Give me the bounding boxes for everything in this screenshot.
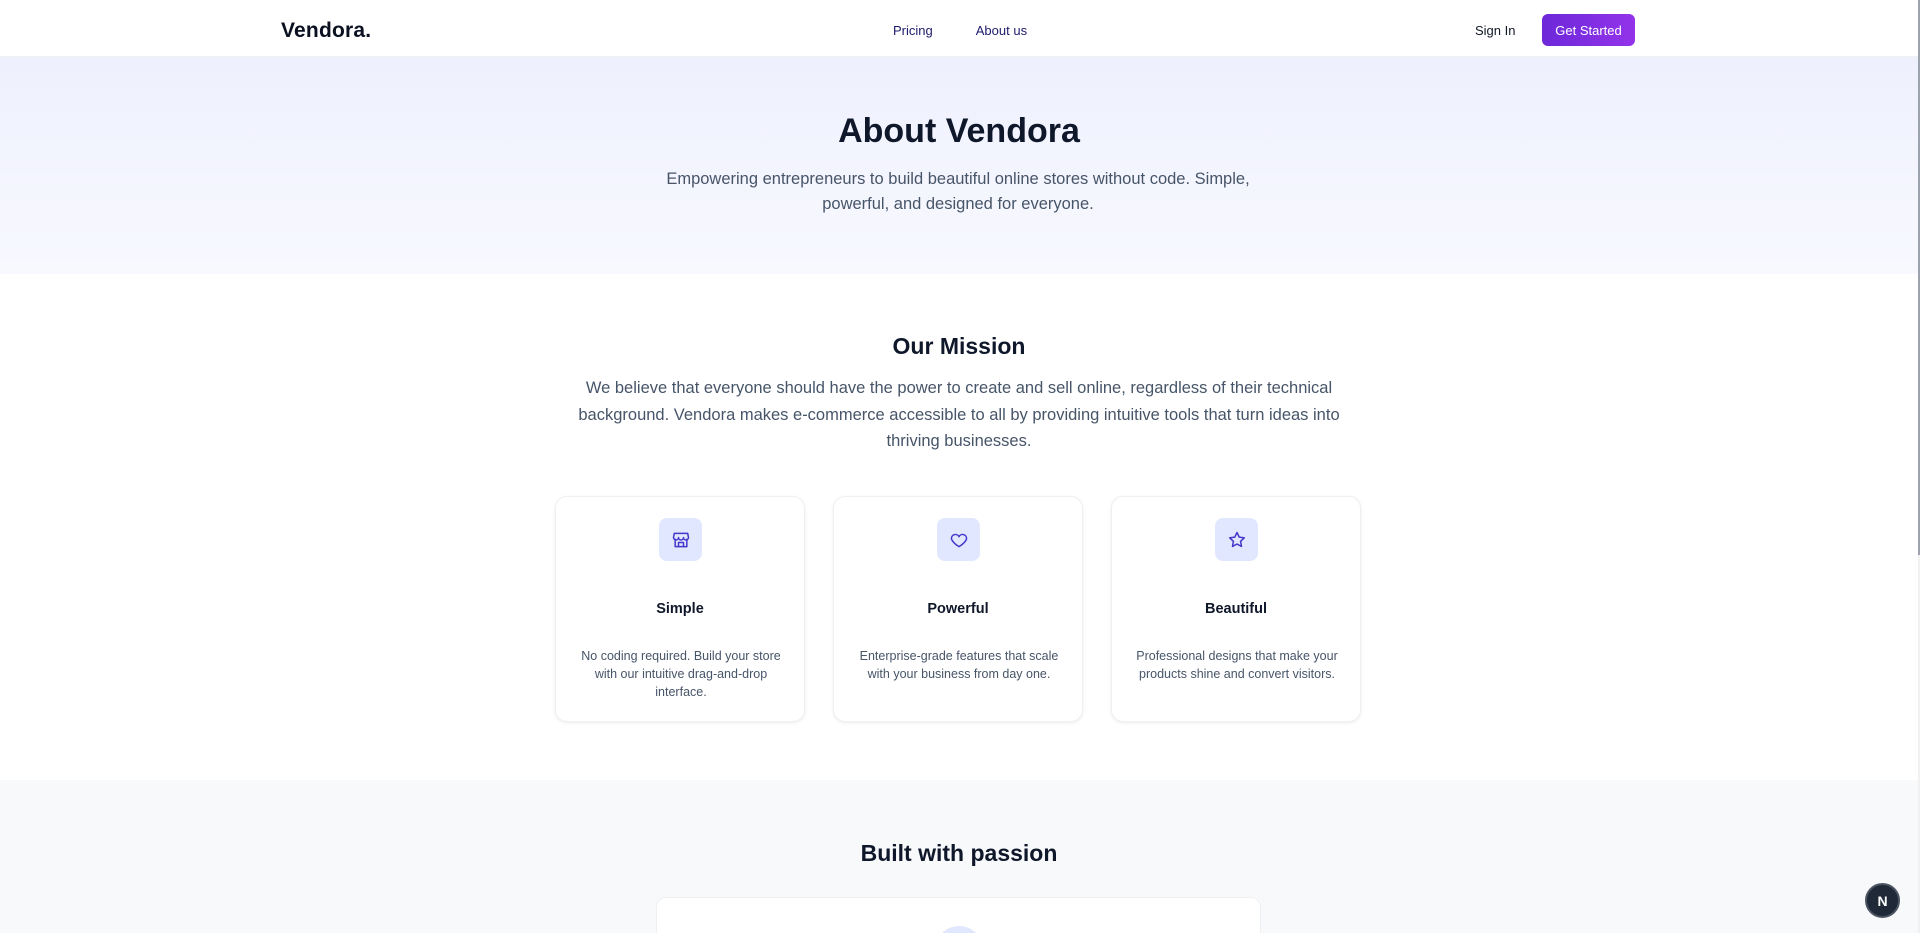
passion-card — [656, 897, 1261, 933]
nav-link-pricing[interactable]: Pricing — [893, 23, 933, 38]
top-navbar: Vendora. Pricing About us Sign In Get St… — [0, 0, 1918, 57]
mission-text: We believe that everyone should have the… — [578, 379, 1340, 450]
feature-description: Professional designs that make your prod… — [1136, 649, 1338, 681]
page-title: About Vendora — [838, 112, 1080, 150]
feature-description: Enterprise-grade features that scale wit… — [859, 649, 1059, 681]
feature-card-beautiful: Beautiful Professional designs that make… — [1111, 496, 1361, 722]
store-icon — [659, 518, 702, 561]
logo[interactable]: Vendora. — [281, 19, 371, 43]
feature-card-simple: Simple No coding required. Build your st… — [555, 496, 805, 722]
sign-in-link[interactable]: Sign In — [1475, 23, 1515, 38]
hero-section: About Vendora Empowering entrepreneurs t… — [0, 57, 1918, 274]
avatar — [935, 926, 983, 933]
mission-heading: Our Mission — [892, 333, 1026, 359]
mission-section: Our Mission We believe that everyone sho… — [0, 274, 1918, 780]
heart-icon — [937, 518, 980, 561]
feature-card-powerful: Powerful Enterprise-grade features that … — [833, 496, 1083, 722]
passion-section: Built with passion — [0, 780, 1918, 933]
star-icon — [1215, 518, 1258, 561]
nav-links: Pricing About us — [893, 23, 1027, 38]
feature-description: No coding required. Build your store wit… — [581, 649, 781, 699]
feature-title: Powerful — [927, 601, 989, 617]
get-started-button[interactable]: Get Started — [1542, 14, 1635, 46]
nextjs-dev-indicator-button[interactable]: N — [1865, 883, 1900, 918]
passion-heading: Built with passion — [860, 840, 1058, 866]
hero-subtitle: Empowering entrepreneurs to build beauti… — [666, 170, 1250, 213]
feature-title: Simple — [656, 601, 704, 617]
nav-link-about[interactable]: About us — [976, 23, 1027, 38]
feature-title: Beautiful — [1204, 601, 1268, 617]
